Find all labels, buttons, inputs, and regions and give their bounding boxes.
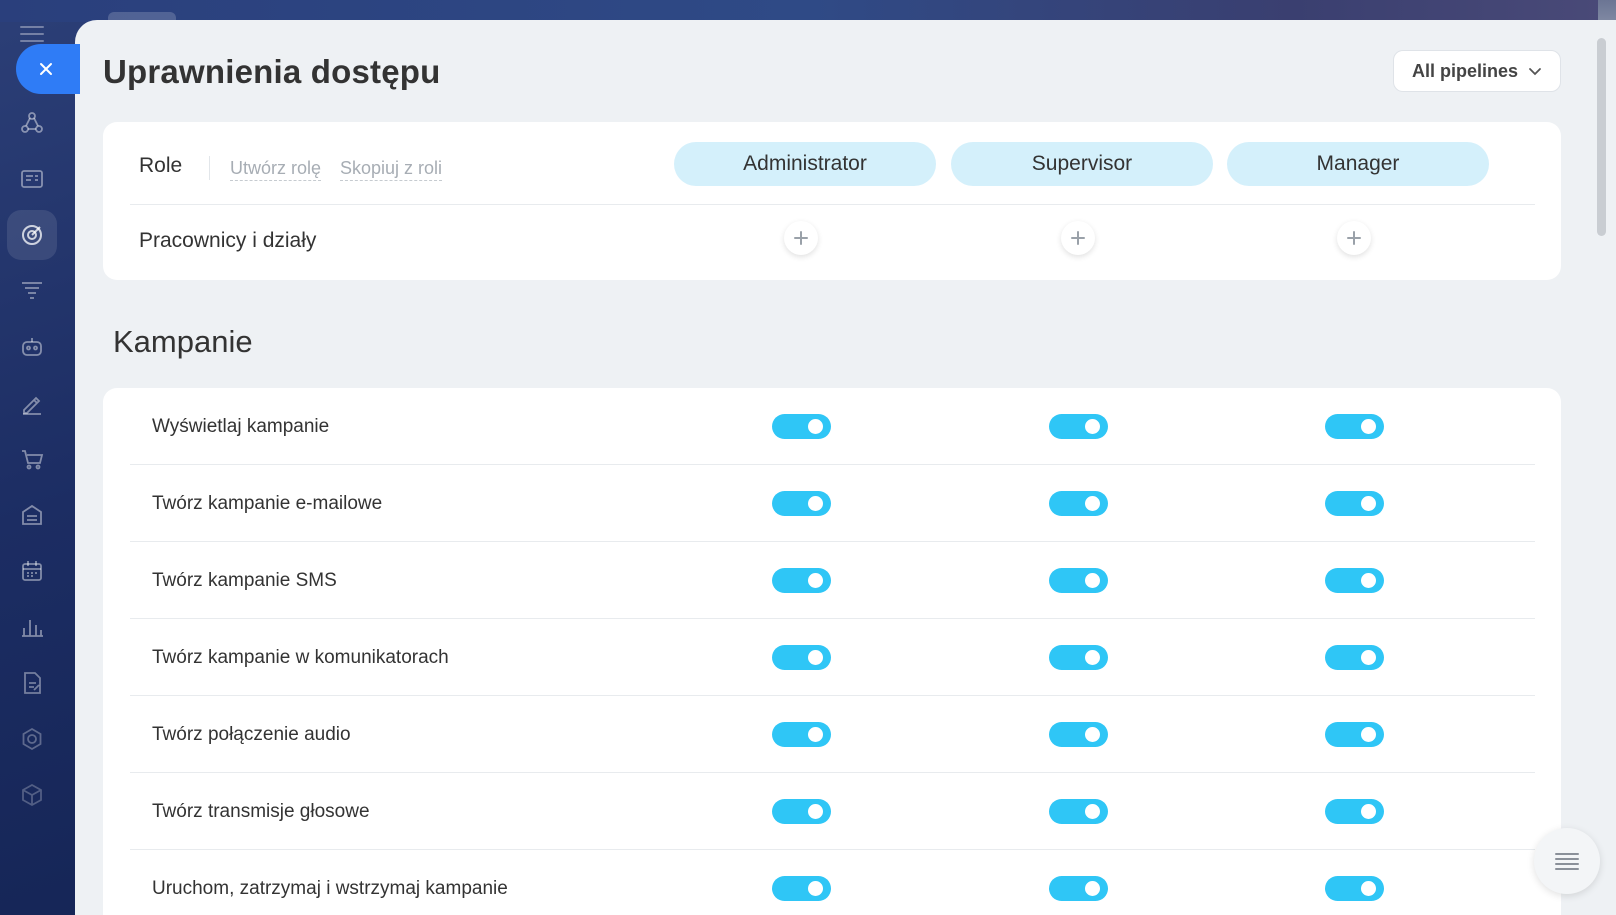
permission-label: Uruchom, zatrzymaj i wstrzymaj kampanie [152,877,508,899]
contact-center-icon[interactable] [7,154,57,204]
permission-toggle[interactable] [1325,568,1384,593]
sales-funnel-icon[interactable] [7,266,57,316]
permission-label: Twórz kampanie e-mailowe [152,492,383,514]
permission-label: Twórz kampanie SMS [152,569,337,591]
role-column-administrator[interactable]: Administrator [674,142,936,186]
permission-toggle[interactable] [772,568,831,593]
permission-toggle[interactable] [772,414,831,439]
plus-icon [1347,231,1361,245]
plus-icon [794,231,808,245]
permission-label: Wyświetlaj kampanie [152,415,330,437]
role-column-supervisor[interactable]: Supervisor [951,142,1213,186]
permission-toggle[interactable] [1325,414,1384,439]
signing-icon[interactable] [7,378,57,428]
pipeline-select-value: All pipelines [1412,60,1519,81]
left-sidebar [0,0,75,915]
close-icon [40,63,52,75]
permission-row: Twórz kampanie w komunikatorach [130,619,1535,696]
permission-toggle[interactable] [1049,645,1108,670]
permission-label: Twórz transmisje głosowe [152,800,370,822]
permission-toggle[interactable] [1325,876,1384,901]
permission-toggle[interactable] [1049,491,1108,516]
permission-row: Wyświetlaj kampanie [130,388,1535,465]
plus-icon [1071,231,1085,245]
pipeline-select[interactable]: All pipelines [1393,50,1561,92]
permissions-card: Wyświetlaj kampanie Twórz kampanie e-mai… [103,388,1561,915]
copy-role-link[interactable]: Skopiuj z roli [340,158,443,181]
analytics-icon[interactable] [7,602,57,652]
box-icon[interactable] [7,770,57,820]
scrollbar-thumb[interactable] [1597,38,1606,236]
permission-toggle[interactable] [1049,876,1108,901]
permission-toggle[interactable] [1049,799,1108,824]
create-role-link[interactable]: Utwórz rolę [230,158,322,181]
permission-toggle[interactable] [1325,799,1384,824]
permission-toggle[interactable] [1325,645,1384,670]
staff-label: Pracownicy i działy [139,229,317,252]
robot-icon[interactable] [7,322,57,372]
permissions-panel: Uprawnienia dostępu All pipelines Role U… [75,20,1616,915]
crm-icon[interactable] [7,98,57,148]
permission-row: Twórz połączenie audio [130,696,1535,773]
calendar-icon[interactable] [7,546,57,596]
permission-toggle[interactable] [772,645,831,670]
roles-card: Role Utwórz rolę Skopiuj z roli Administ… [103,122,1561,280]
add-staff-supervisor-button[interactable] [1061,221,1095,255]
divider [130,204,1535,205]
permission-toggle[interactable] [772,491,831,516]
role-column-manager[interactable]: Manager [1227,142,1489,186]
inventory-icon[interactable] [7,490,57,540]
permission-toggle[interactable] [1049,722,1108,747]
settings-icon[interactable] [7,714,57,764]
top-strip [0,0,1616,22]
divider [209,156,210,180]
add-staff-administrator-button[interactable] [784,221,818,255]
marketing-icon[interactable] [7,210,57,260]
scrollbar[interactable] [1595,38,1607,915]
chevron-down-icon [1529,68,1541,76]
documents-icon[interactable] [7,658,57,708]
permission-toggle[interactable] [1049,414,1108,439]
close-slider-button[interactable] [16,44,80,94]
permission-toggle[interactable] [1325,722,1384,747]
list-icon [1555,853,1579,870]
list-menu-button[interactable] [1534,828,1600,894]
permission-row: Twórz kampanie SMS [130,542,1535,619]
permission-label: Twórz kampanie w komunikatorach [152,646,449,668]
permission-toggle[interactable] [772,722,831,747]
permission-row: Twórz transmisje głosowe [130,773,1535,850]
add-staff-manager-button[interactable] [1337,221,1371,255]
permission-row: Twórz kampanie e-mailowe [130,465,1535,542]
roles-label: Role [139,154,183,177]
permission-toggle[interactable] [772,876,831,901]
menu-icon[interactable] [20,26,44,44]
permission-row: Uruchom, zatrzymaj i wstrzymaj kampanie [130,850,1535,915]
section-title: Kampanie [113,324,253,359]
permission-toggle[interactable] [1325,491,1384,516]
page-title: Uprawnienia dostępu [103,53,441,90]
shop-icon[interactable] [7,434,57,484]
permission-label: Twórz połączenie audio [152,723,351,745]
permission-toggle[interactable] [772,799,831,824]
permission-toggle[interactable] [1049,568,1108,593]
